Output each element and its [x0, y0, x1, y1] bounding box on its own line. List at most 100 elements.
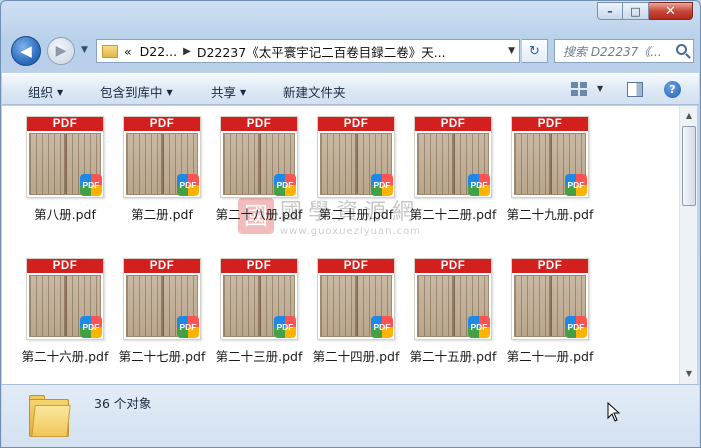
- organize-label: 组织: [28, 85, 54, 100]
- include-in-library-menu[interactable]: 包含到库中 ▼: [100, 82, 173, 101]
- preview-pane-icon[interactable]: [627, 82, 643, 97]
- file-name: 第二十一册.pdf: [506, 349, 594, 364]
- scroll-down-icon[interactable]: ▼: [682, 367, 696, 381]
- file-name: 第八册.pdf: [34, 207, 96, 222]
- pdf-label: PDF: [318, 117, 394, 131]
- pdf-app-icon: PDF: [468, 316, 490, 338]
- pdf-thumbnail: PDF PDF: [123, 116, 201, 198]
- file-item[interactable]: PDF PDF 第二十六册.pdf: [16, 258, 114, 365]
- minimize-icon: –: [607, 4, 613, 18]
- pdf-label: PDF: [415, 259, 491, 273]
- file-name: 第二册.pdf: [131, 207, 193, 222]
- chevron-down-icon: ▼: [166, 88, 173, 97]
- file-name: 第二十九册.pdf: [506, 207, 594, 222]
- pdf-thumbnail: PDF PDF: [414, 258, 492, 340]
- minimize-button[interactable]: –: [597, 2, 623, 20]
- breadcrumb-item-parent[interactable]: D22...: [140, 44, 177, 59]
- include-in-library-label: 包含到库中: [100, 85, 163, 100]
- close-icon: ✕: [665, 3, 676, 19]
- details-pane: 36 个对象: [2, 384, 699, 447]
- pdf-label: PDF: [124, 117, 200, 131]
- pdf-label: PDF: [512, 259, 588, 273]
- folder-icon: [29, 393, 73, 439]
- pdf-thumbnail: PDF PDF: [317, 258, 395, 340]
- pdf-app-icon: PDF: [80, 174, 102, 196]
- pdf-thumbnail: PDF PDF: [511, 258, 589, 340]
- file-item[interactable]: PDF PDF 第二十三册.pdf: [210, 258, 308, 365]
- address-dropdown-icon[interactable]: ▼: [508, 46, 515, 56]
- search-input[interactable]: 搜索 D22237《...: [554, 39, 694, 63]
- chevron-right-icon[interactable]: ▶: [183, 46, 191, 57]
- chevron-down-icon: ▼: [240, 88, 247, 97]
- file-name: 第二十二册.pdf: [409, 207, 497, 222]
- item-count: 36 个对象: [94, 396, 152, 411]
- change-view-icon[interactable]: [571, 82, 587, 96]
- pdf-label: PDF: [221, 259, 297, 273]
- chevron-down-icon: ▼: [57, 88, 64, 97]
- refresh-button[interactable]: ↻: [522, 39, 548, 63]
- file-item[interactable]: PDF PDF 第二十七册.pdf: [113, 258, 211, 365]
- file-item[interactable]: PDF PDF 第二十九册.pdf: [501, 116, 599, 223]
- caption-buttons: – □ ✕: [597, 2, 693, 20]
- maximize-button[interactable]: □: [623, 2, 649, 20]
- file-item[interactable]: PDF PDF 第二十二册.pdf: [404, 116, 502, 223]
- pdf-app-icon: PDF: [371, 316, 393, 338]
- pdf-app-icon: PDF: [177, 174, 199, 196]
- file-item[interactable]: PDF PDF 第八册.pdf: [16, 116, 114, 223]
- file-item[interactable]: PDF PDF 第二十一册.pdf: [501, 258, 599, 365]
- watermark-url: www.guoxueziyuan.com: [280, 226, 421, 237]
- file-name: 第二十四册.pdf: [312, 349, 400, 364]
- pdf-thumbnail: PDF PDF: [511, 116, 589, 198]
- organize-menu[interactable]: 组织 ▼: [28, 82, 63, 101]
- file-item[interactable]: PDF PDF 第二十四册.pdf: [307, 258, 405, 365]
- pdf-app-icon: PDF: [468, 174, 490, 196]
- pdf-thumbnail: PDF PDF: [26, 116, 104, 198]
- pdf-thumbnail: PDF PDF: [414, 116, 492, 198]
- pdf-thumbnail: PDF PDF: [220, 116, 298, 198]
- scroll-thumb[interactable]: [682, 126, 696, 206]
- share-label: 共享: [211, 85, 237, 100]
- forward-button[interactable]: ▶: [47, 37, 75, 65]
- command-bar: 组织 ▼ 包含到库中 ▼ 共享 ▼ 新建文件夹 ▼ ?: [2, 73, 699, 105]
- pdf-app-icon: PDF: [371, 174, 393, 196]
- help-icon[interactable]: ?: [664, 81, 681, 98]
- pdf-app-icon: PDF: [274, 174, 296, 196]
- pdf-app-icon: PDF: [177, 316, 199, 338]
- breadcrumb-item-current[interactable]: D22237《太平寰宇记二百卷目録二卷》天...: [197, 42, 446, 61]
- search-placeholder: 搜索 D22237《...: [563, 44, 662, 59]
- refresh-icon: ↻: [529, 43, 540, 59]
- scroll-up-icon[interactable]: ▲: [682, 109, 696, 123]
- file-item[interactable]: PDF PDF 第二十八册.pdf: [210, 116, 308, 223]
- back-arrow-icon: ◀: [20, 42, 32, 60]
- share-menu[interactable]: 共享 ▼: [211, 82, 246, 101]
- breadcrumb-overflow[interactable]: «: [124, 44, 132, 59]
- file-name: 第二十六册.pdf: [21, 349, 109, 364]
- pdf-thumbnail: PDF PDF: [26, 258, 104, 340]
- pdf-thumbnail: PDF PDF: [123, 258, 201, 340]
- pdf-label: PDF: [512, 117, 588, 131]
- back-button[interactable]: ◀: [11, 36, 41, 66]
- vertical-scrollbar[interactable]: ▲ ▼: [679, 106, 697, 384]
- pdf-label: PDF: [27, 117, 103, 131]
- file-list: 國 國學資源網 www.guoxueziyuan.com PDF PDF 第八册.p…: [2, 106, 679, 384]
- file-name: 第二十五册.pdf: [409, 349, 497, 364]
- maximize-icon: □: [630, 4, 641, 18]
- pdf-label: PDF: [27, 259, 103, 273]
- pdf-label: PDF: [124, 259, 200, 273]
- file-name: 第二十册.pdf: [318, 207, 394, 222]
- explorer-window: – □ ✕ ◀ ▶ ▼ « D22... ▶ D22237《太平寰宇记二百卷目録…: [0, 0, 701, 448]
- pdf-thumbnail: PDF PDF: [220, 258, 298, 340]
- address-bar[interactable]: « D22... ▶ D22237《太平寰宇记二百卷目録二卷》天... ▼: [96, 39, 520, 63]
- pdf-label: PDF: [318, 259, 394, 273]
- file-name: 第二十七册.pdf: [118, 349, 206, 364]
- new-folder-button[interactable]: 新建文件夹: [283, 82, 346, 101]
- recent-pages-dropdown[interactable]: ▼: [81, 45, 88, 55]
- pdf-app-icon: PDF: [274, 316, 296, 338]
- pdf-app-icon: PDF: [565, 174, 587, 196]
- file-item[interactable]: PDF PDF 第二十册.pdf: [307, 116, 405, 223]
- pdf-thumbnail: PDF PDF: [317, 116, 395, 198]
- close-button[interactable]: ✕: [649, 2, 693, 20]
- file-item[interactable]: PDF PDF 第二十五册.pdf: [404, 258, 502, 365]
- file-item[interactable]: PDF PDF 第二册.pdf: [113, 116, 211, 223]
- view-dropdown-icon[interactable]: ▼: [597, 84, 603, 93]
